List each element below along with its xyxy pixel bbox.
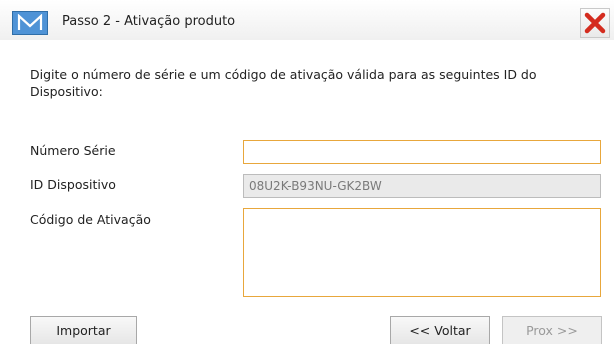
import-button[interactable]: Importar: [30, 316, 137, 344]
device-id-field: [243, 174, 601, 198]
serial-number-label: Número Série: [30, 143, 116, 158]
next-button[interactable]: Prox >>: [502, 316, 602, 344]
instructions-text: Digite o número de série e um código de …: [30, 67, 537, 99]
device-id-label: ID Dispositivo: [30, 177, 116, 192]
title-bar: Passo 2 - Ativação produto: [0, 0, 614, 40]
activation-code-label: Código de Ativação: [30, 212, 151, 227]
m-logo-icon: [12, 11, 48, 35]
close-icon: [584, 12, 606, 34]
window-title: Passo 2 - Ativação produto: [62, 14, 236, 29]
activation-code-input[interactable]: [243, 208, 601, 297]
serial-number-input[interactable]: [243, 140, 601, 164]
back-button[interactable]: << Voltar: [390, 316, 490, 344]
close-button[interactable]: [580, 8, 610, 38]
